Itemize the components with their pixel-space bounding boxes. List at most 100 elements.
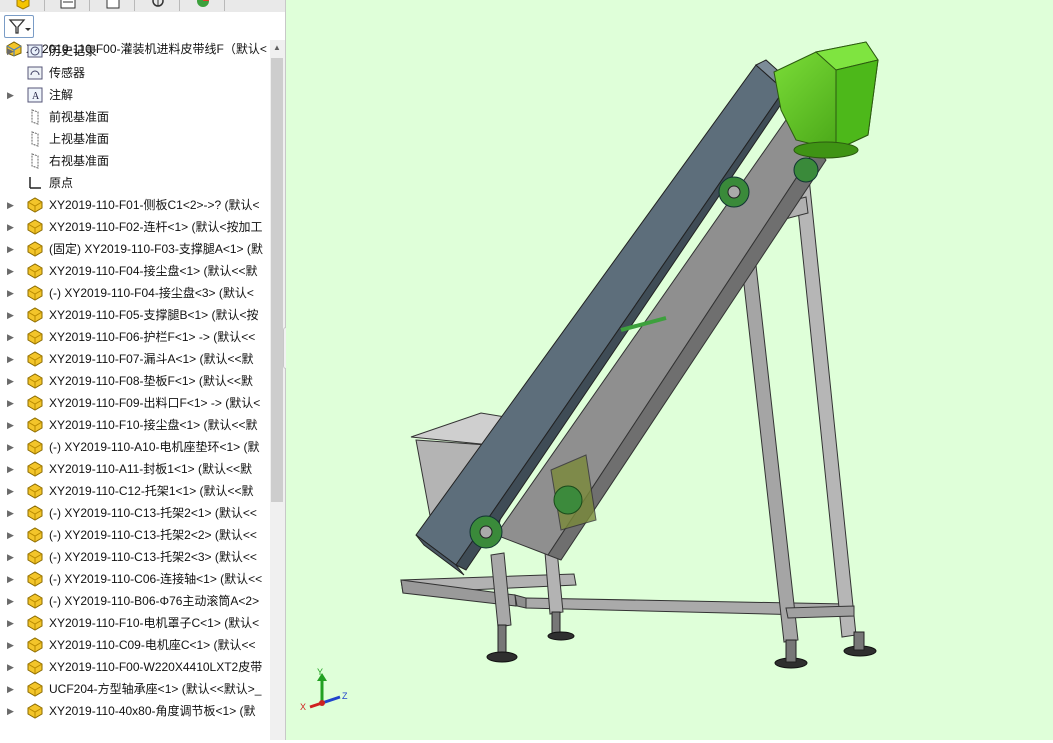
- part-icon: [27, 439, 43, 455]
- expand-arrow-icon[interactable]: ▶: [7, 199, 15, 211]
- tree-item-component[interactable]: ▶ XY2019-110-C12-托架1<1> (默认<<默: [0, 480, 270, 502]
- tree-item-origin[interactable]: 原点: [0, 172, 270, 194]
- part-icon: [27, 527, 43, 543]
- tree-item-label: (-) XY2019-110-C13-托架2<1> (默认<<: [49, 506, 257, 520]
- part-icon: [27, 329, 43, 345]
- expand-arrow-icon[interactable]: ▶: [7, 45, 15, 57]
- part-icon: [27, 549, 43, 565]
- part-icon: [27, 593, 43, 609]
- tree-item-component[interactable]: ▶ XY2019-110-F05-支撑腿B<1> (默认<按: [0, 304, 270, 326]
- tree-item-label: 注解: [49, 88, 74, 102]
- scroll-up-arrow-icon[interactable]: ▲: [271, 42, 283, 54]
- tree-item-component[interactable]: ▶ XY2019-110-F04-接尘盘<1> (默认<<默: [0, 260, 270, 282]
- tree-item-plane[interactable]: 上视基准面: [0, 128, 270, 150]
- expand-arrow-icon[interactable]: ▶: [7, 639, 15, 651]
- expand-arrow-icon[interactable]: ▶: [7, 463, 15, 475]
- expand-arrow-icon[interactable]: ▶: [7, 89, 15, 101]
- expand-arrow-icon[interactable]: ▶: [7, 661, 15, 673]
- part-icon: [27, 483, 43, 499]
- expand-arrow-icon[interactable]: ▶: [7, 529, 15, 541]
- tree-item-plane[interactable]: 右视基准面: [0, 150, 270, 172]
- tab-property-manager[interactable]: [45, 0, 90, 11]
- tree-item-component[interactable]: ▶ (-) XY2019-110-C13-托架2<3> (默认<<: [0, 546, 270, 568]
- tab-display-manager[interactable]: [180, 0, 225, 11]
- plane-icon: [31, 153, 39, 169]
- expand-arrow-icon[interactable]: ▶: [7, 617, 15, 629]
- tree-item-label: 原点: [49, 176, 74, 190]
- tree-item-component[interactable]: ▶ XY2019-110-F02-连杆<1> (默认<按加工: [0, 216, 270, 238]
- expand-arrow-icon[interactable]: ▶: [7, 419, 15, 431]
- tree-item-component[interactable]: ▶ (-) XY2019-110-B06-Φ76主动滚筒A<2>: [0, 590, 270, 612]
- tree-item-label: (-) XY2019-110-C06-连接轴<1> (默认<<: [49, 572, 263, 586]
- triad-x-label: X: [300, 702, 306, 712]
- expand-arrow-icon[interactable]: ▶: [7, 243, 15, 255]
- tree-item-component[interactable]: ▶ XY2019-110-F01-侧板C1<2>->? (默认<: [0, 194, 270, 216]
- part-icon: [27, 703, 43, 719]
- tree-item-component[interactable]: ▶ XY2019-110-F06-护栏F<1> -> (默认<<: [0, 326, 270, 348]
- graphics-viewport[interactable]: Y X Z: [286, 0, 1053, 740]
- tree-item-component[interactable]: ▶ XY2019-110-F08-垫板F<1> (默认<<默: [0, 370, 270, 392]
- tree-item-label: 传感器: [49, 66, 86, 80]
- expand-arrow-icon[interactable]: ▶: [7, 331, 15, 343]
- triad-z-label: Z: [342, 691, 348, 701]
- tree-item-component[interactable]: ▶ (-) XY2019-110-F04-接尘盘<3> (默认<: [0, 282, 270, 304]
- expand-arrow-icon[interactable]: ▶: [7, 507, 15, 519]
- history-icon: [27, 44, 43, 58]
- tab-configuration-manager[interactable]: [90, 0, 135, 11]
- tree-item-component[interactable]: ▶ XY2019-110-F00-W220X4410LXT2皮带: [0, 656, 270, 678]
- filter-button[interactable]: [4, 15, 34, 38]
- tree-item-component[interactable]: ▶ XY2019-110-F10-接尘盘<1> (默认<<默: [0, 414, 270, 436]
- tab-dimxpert-manager[interactable]: [135, 0, 180, 11]
- tree-item-history[interactable]: ▶ 历史记录: [0, 40, 270, 62]
- tree-item-sensor[interactable]: 传感器: [0, 62, 270, 84]
- manager-tabs: [0, 0, 285, 12]
- conveyor-belt-beam: [415, 59, 796, 576]
- tree-item-component[interactable]: ▶ XY2019-110-A11-封板1<1> (默认<<默: [0, 458, 270, 480]
- expand-arrow-icon[interactable]: ▶: [7, 551, 15, 563]
- sensor-icon: [27, 66, 43, 80]
- tree-item-label: 上视基准面: [49, 132, 110, 146]
- conveyor-model: [400, 41, 879, 669]
- tree-item-label: XY2019-110-F09-出料口F<1> -> (默认<: [49, 396, 261, 410]
- tree-item-label: 右视基准面: [49, 154, 110, 168]
- tab-feature-manager[interactable]: [0, 0, 45, 11]
- tree-item-component[interactable]: ▶ (固定) XY2019-110-F03-支撑腿A<1> (默: [0, 238, 270, 260]
- tree-item-label: XY2019-110-C12-托架1<1> (默认<<默: [49, 484, 254, 498]
- tree-item-plane[interactable]: 前视基准面: [0, 106, 270, 128]
- expand-arrow-icon[interactable]: ▶: [7, 309, 15, 321]
- part-icon: [27, 395, 43, 411]
- tree-item-component[interactable]: ▶ XY2019-110-F10-电机罩子C<1> (默认<: [0, 612, 270, 634]
- expand-arrow-icon[interactable]: ▶: [7, 221, 15, 233]
- expand-arrow-icon[interactable]: ▶: [7, 353, 15, 365]
- expand-arrow-icon[interactable]: ▶: [7, 375, 15, 387]
- tree-item-component[interactable]: ▶ XY2019-110-C09-电机座C<1> (默认<<: [0, 634, 270, 656]
- expand-arrow-icon[interactable]: ▶: [7, 595, 15, 607]
- part-icon: [27, 681, 43, 697]
- expand-arrow-icon[interactable]: ▶: [7, 441, 15, 453]
- scrollbar-thumb[interactable]: [271, 58, 283, 502]
- part-icon: [27, 219, 43, 235]
- expand-arrow-icon[interactable]: ▶: [7, 705, 15, 717]
- tree-item-component[interactable]: ▶ UCF204-方型轴承座<1> (默认<<默认>_: [0, 678, 270, 700]
- tree-item-component[interactable]: ▶ (-) XY2019-110-C13-托架2<2> (默认<<: [0, 524, 270, 546]
- expand-arrow-icon[interactable]: ▶: [7, 287, 15, 299]
- tree-item-label: XY2019-110-F04-接尘盘<1> (默认<<默: [49, 264, 258, 278]
- tree-item-component[interactable]: ▶ (-) XY2019-110-C06-连接轴<1> (默认<<: [0, 568, 270, 590]
- part-icon: [27, 197, 43, 213]
- tree-item-label: XY2019-110-F10-接尘盘<1> (默认<<默: [49, 418, 258, 432]
- tree-item-label: XY2019-110-F00-W220X4410LXT2皮带: [49, 660, 263, 674]
- tree-item-component[interactable]: ▶ XY2019-110-F09-出料口F<1> -> (默认<: [0, 392, 270, 414]
- tree-item-label: UCF204-方型轴承座<1> (默认<<默认>_: [49, 682, 262, 696]
- expand-arrow-icon[interactable]: ▶: [7, 265, 15, 277]
- tree-item-component[interactable]: ▶ (-) XY2019-110-A10-电机座垫环<1> (默: [0, 436, 270, 458]
- tree-item-label: XY2019-110-F05-支撑腿B<1> (默认<按: [49, 308, 259, 322]
- tree-item-annotation[interactable]: ▶ A 注解: [0, 84, 270, 106]
- tree-item-component[interactable]: ▶ (-) XY2019-110-C13-托架2<1> (默认<<: [0, 502, 270, 524]
- tree-item-component[interactable]: ▶ XY2019-110-F07-漏斗A<1> (默认<<默: [0, 348, 270, 370]
- expand-arrow-icon[interactable]: ▶: [7, 397, 15, 409]
- expand-arrow-icon[interactable]: ▶: [7, 573, 15, 585]
- expand-arrow-icon[interactable]: ▶: [7, 683, 15, 695]
- tree-item-label: XY2019-110-40x80-角度调节板<1> (默: [49, 704, 256, 718]
- expand-arrow-icon[interactable]: ▶: [7, 485, 15, 497]
- tree-item-component[interactable]: ▶ XY2019-110-40x80-角度调节板<1> (默: [0, 700, 270, 722]
